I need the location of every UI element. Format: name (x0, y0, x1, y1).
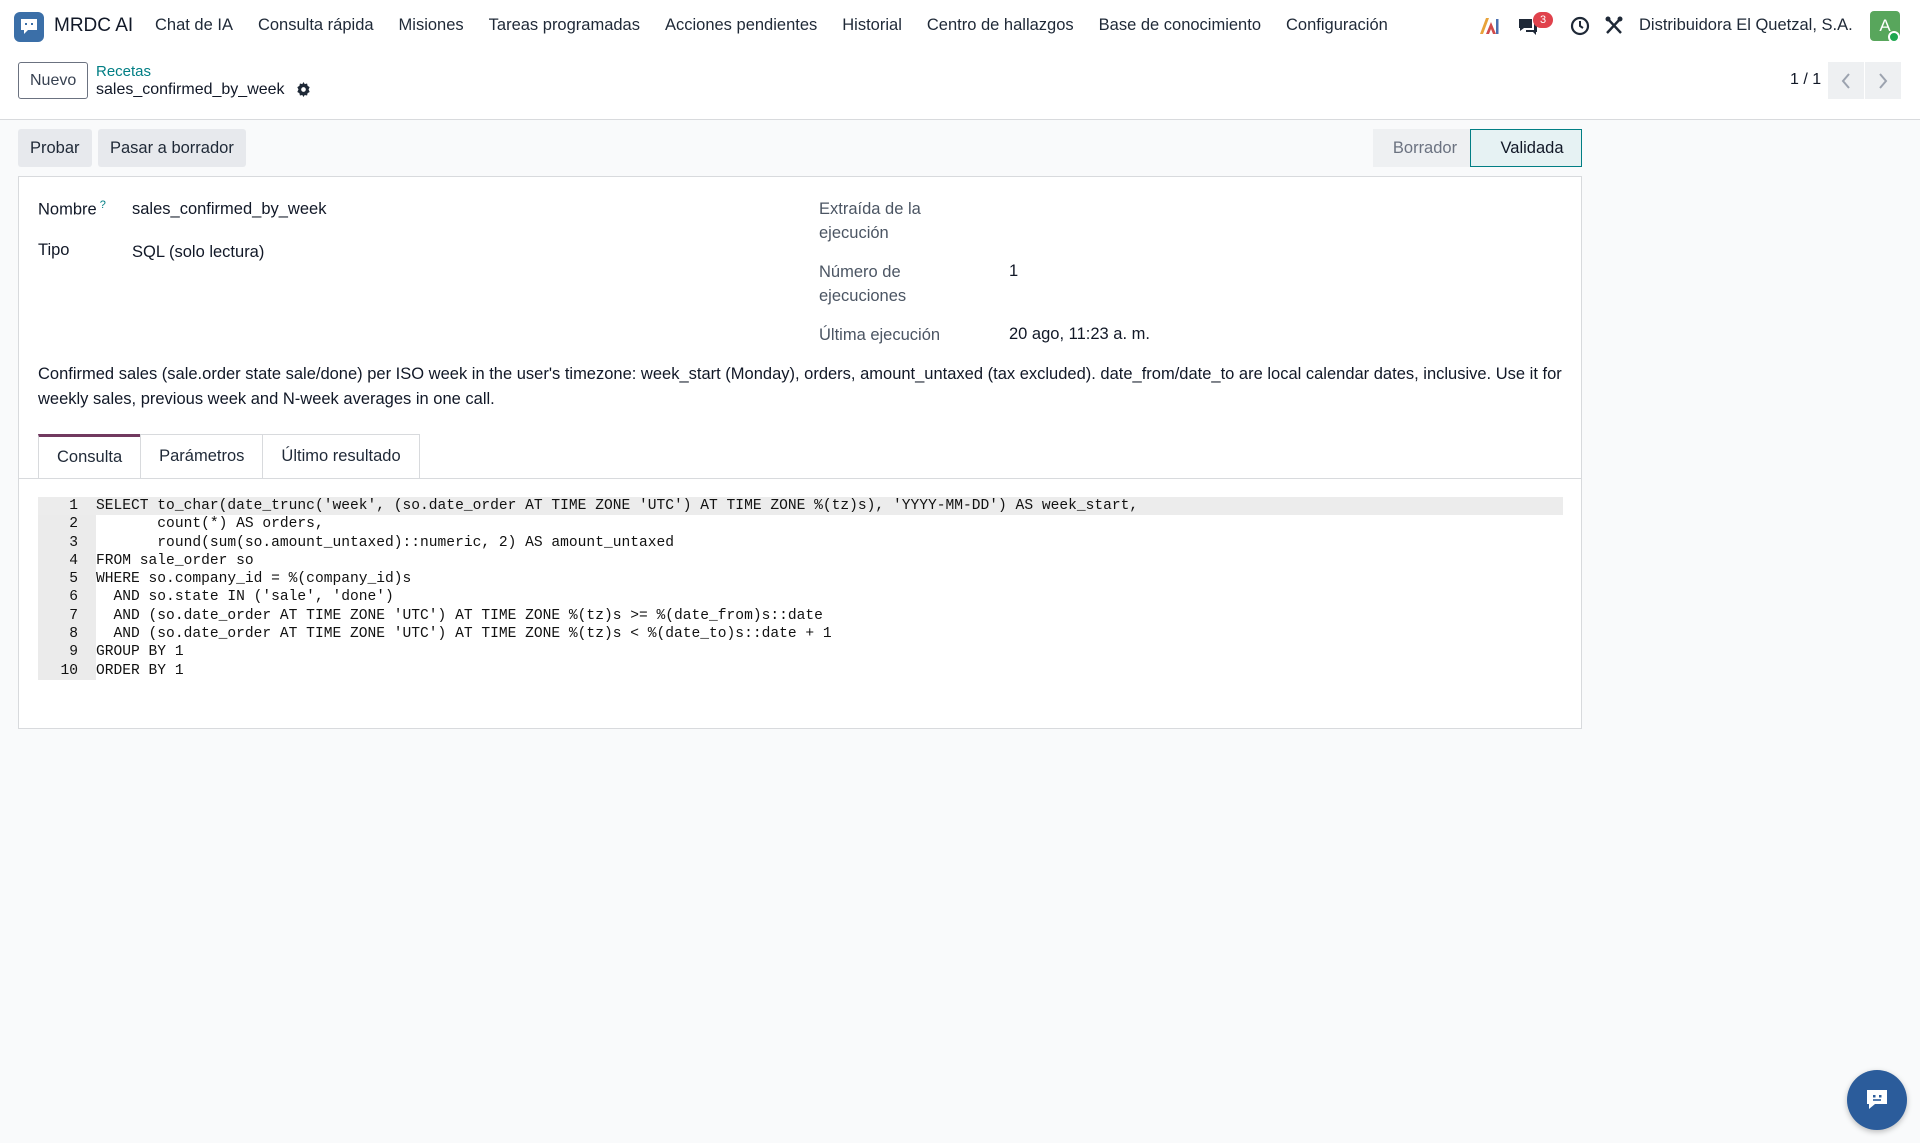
code-line[interactable]: 4 FROM sale_order so (38, 552, 1563, 570)
menu-item-missions[interactable]: Misiones (399, 16, 464, 35)
code-line[interactable]: 9 GROUP BY 1 (38, 643, 1563, 661)
tools-icon[interactable] (1605, 16, 1623, 40)
main-menu: Chat de IA Consulta rápida Misiones Tare… (155, 16, 1413, 35)
help-tooltip-icon[interactable]: ? (100, 199, 106, 211)
last-run-value: 20 ago, 11:23 a. m. (1009, 325, 1150, 343)
company-switcher[interactable]: Distribuidora El Quetzal, S.A. (1639, 16, 1853, 35)
test-button[interactable]: Probar (18, 129, 92, 167)
chat-icon (1867, 1090, 1887, 1109)
code-line[interactable]: 1 SELECT to_char(date_trunc('week', (so.d… (38, 497, 1563, 516)
run-count-value: 1 (1009, 262, 1019, 280)
menu-item-quick-query[interactable]: Consulta rápida (258, 16, 374, 35)
activity-clock-icon[interactable] (1570, 16, 1590, 41)
tab-last-result[interactable]: Último resultado (262, 434, 420, 478)
menu-item-knowledge-base[interactable]: Base de conocimiento (1099, 16, 1261, 35)
stage-validated[interactable]: Validada (1470, 129, 1582, 167)
chevron-left-icon (1841, 72, 1850, 89)
type-field[interactable]: SQL (solo lectura) (132, 243, 264, 262)
messages-count-badge: 3 (1533, 12, 1553, 28)
sql-code-editor[interactable]: 1 SELECT to_char(date_trunc('week', (so.d… (38, 497, 1563, 680)
code-line[interactable]: 8 AND (so.date_order AT TIME ZONE 'UTC')… (38, 625, 1563, 643)
tab-parameters[interactable]: Parámetros (140, 434, 264, 478)
description-text[interactable]: Confirmed sales (sale.order state sale/d… (38, 362, 1568, 411)
extracted-from-label: Extraída de la ejecución (819, 200, 921, 242)
app-logo-icon[interactable] (14, 12, 44, 42)
pager-previous-button[interactable] (1828, 62, 1864, 99)
breadcrumb-current: sales_confirmed_by_week (96, 81, 285, 98)
presence-status-icon (1888, 31, 1900, 43)
menu-item-pending-actions[interactable]: Acciones pendientes (665, 16, 817, 35)
control-panel: Nuevo Recetas sales_confirmed_by_week 1 … (0, 53, 1920, 120)
code-line[interactable]: 7 AND (so.date_order AT TIME ZONE 'UTC')… (38, 607, 1563, 625)
app-name[interactable]: MRDC AI (54, 15, 133, 37)
menu-item-scheduled-tasks[interactable]: Tareas programadas (489, 16, 640, 35)
new-button[interactable]: Nuevo (18, 62, 89, 99)
code-line[interactable]: 3 round(sum(so.amount_untaxed)::numeric,… (38, 534, 1563, 552)
tab-divider (19, 478, 1581, 479)
menu-item-chat[interactable]: Chat de IA (155, 16, 233, 35)
tab-query[interactable]: Consulta (38, 434, 142, 478)
stage-draft[interactable]: Borrador (1373, 129, 1483, 167)
top-navbar: MRDC AI Chat de IA Consulta rápida Misio… (0, 0, 1920, 53)
code-line[interactable]: 10 ORDER BY 1 (38, 662, 1563, 680)
code-line[interactable]: 6 AND so.state IN ('sale', 'done') (38, 588, 1563, 606)
name-field[interactable]: sales_confirmed_by_week (132, 200, 326, 219)
form-sheet: Nombre? sales_confirmed_by_week Tipo SQL… (18, 176, 1582, 729)
name-label: Nombre? (38, 199, 106, 219)
floating-chat-button[interactable] (1847, 1070, 1907, 1130)
gear-icon[interactable] (296, 82, 311, 102)
breadcrumb-parent-link[interactable]: Recetas (96, 63, 151, 80)
code-line[interactable]: 5 WHERE so.company_id = %(company_id)s (38, 570, 1563, 588)
menu-item-history[interactable]: Historial (842, 16, 902, 35)
type-label: Tipo (38, 241, 70, 259)
last-run-label: Última ejecución (819, 326, 941, 344)
pager-value[interactable]: 1 / 1 (1790, 71, 1821, 89)
set-to-draft-button[interactable]: Pasar a borrador (98, 129, 246, 167)
ai-brand-icon[interactable] (1478, 16, 1500, 41)
chevron-right-icon (1879, 72, 1888, 89)
menu-item-findings[interactable]: Centro de hallazgos (927, 16, 1074, 35)
run-count-label: Número de ejecuciones (819, 263, 907, 305)
status-bar: Borrador Validada (1373, 129, 1582, 167)
menu-item-settings[interactable]: Configuración (1286, 16, 1388, 35)
pager-next-button[interactable] (1865, 62, 1901, 99)
code-line[interactable]: 2 count(*) AS orders, (38, 515, 1563, 533)
notebook-tabs: Consulta Parámetros Último resultado (38, 434, 420, 478)
